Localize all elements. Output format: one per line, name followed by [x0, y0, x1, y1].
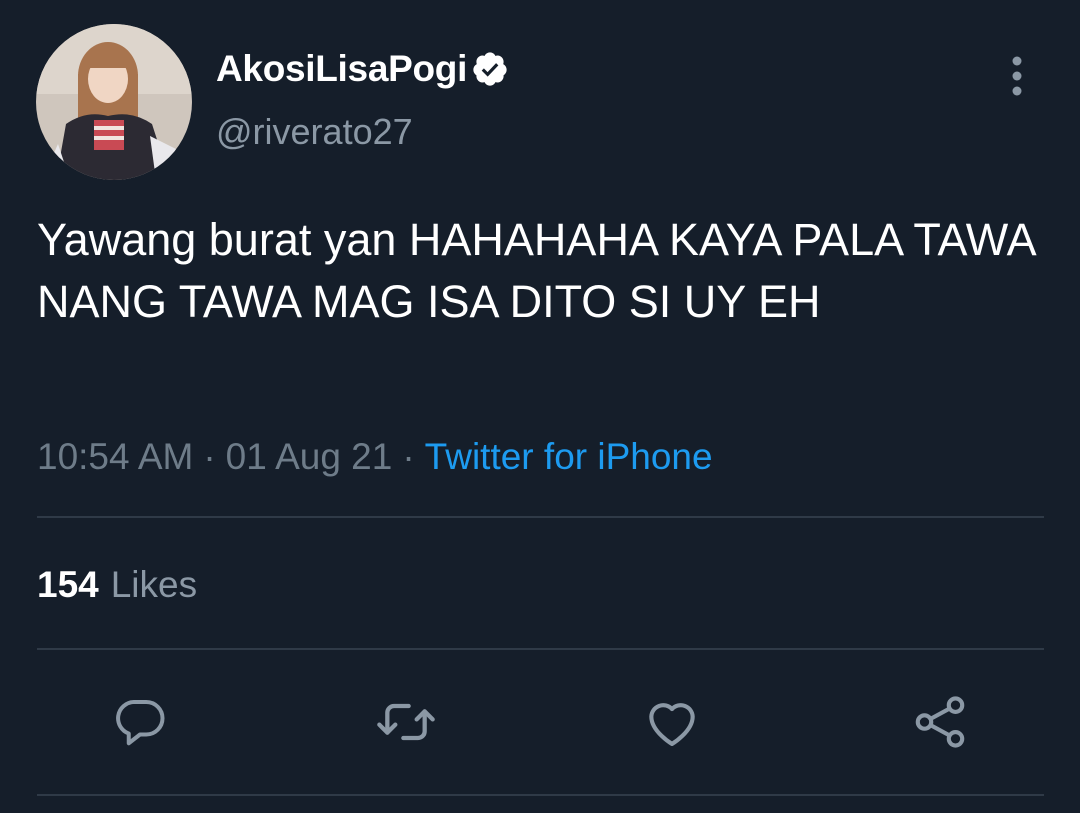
tweet-date: 01 Aug 21	[225, 436, 393, 477]
like-button[interactable]	[640, 690, 704, 754]
likes-stat[interactable]: 154 Likes	[37, 564, 197, 606]
meta-separator: ·	[402, 436, 415, 477]
display-name-row[interactable]: AkosiLisaPogi	[216, 45, 509, 93]
share-icon	[915, 696, 965, 748]
user-handle[interactable]: @riverato27	[216, 111, 413, 153]
reply-button[interactable]	[108, 690, 172, 754]
more-vertical-icon	[1012, 56, 1022, 96]
avatar-image	[36, 24, 192, 180]
tweet-text: Yawang burat yan HAHAHAHA KAYA PALA TAWA…	[37, 214, 1035, 327]
tweet-time: 10:54 AM	[37, 436, 194, 477]
avatar[interactable]	[36, 24, 192, 180]
divider	[37, 648, 1044, 650]
share-button[interactable]	[908, 690, 972, 754]
likes-label: Likes	[110, 564, 198, 605]
verified-badge-icon	[471, 50, 509, 88]
heart-icon	[649, 703, 695, 747]
retweet-icon	[377, 703, 435, 741]
display-name[interactable]: AkosiLisaPogi	[216, 48, 467, 90]
likes-count: 154	[37, 564, 99, 605]
more-options-button[interactable]	[1001, 55, 1033, 97]
reply-icon	[116, 700, 165, 746]
tweet-source-link[interactable]: Twitter for iPhone	[425, 436, 713, 477]
meta-separator: ·	[203, 436, 216, 477]
divider	[37, 794, 1044, 796]
tweet-meta: 10:54 AM · 01 Aug 21 · Twitter for iPhone	[37, 436, 713, 478]
retweet-button[interactable]	[374, 690, 438, 754]
divider	[37, 516, 1044, 518]
